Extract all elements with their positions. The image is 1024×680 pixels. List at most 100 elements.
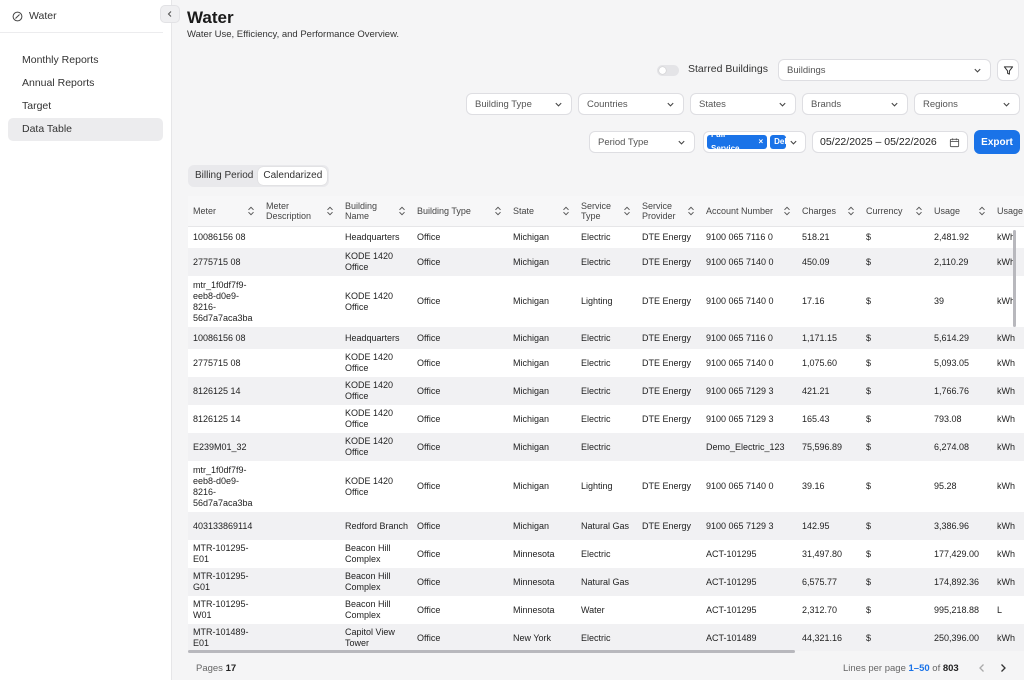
table-body: 10086156 08 Headquarters Office Michigan Ele… [188,226,1024,651]
sidebar-item-data-table[interactable]: Data Table [8,118,163,141]
table-row[interactable]: MTR-101295-G01 Beacon Hill Complex Office M… [188,568,1024,596]
column-header[interactable]: Meter [188,196,261,227]
table-cell: KODE 1420 Office [340,349,412,377]
next-page-icon[interactable] [997,662,1009,674]
table-cell: Electric [576,540,637,568]
states-select[interactable]: States [690,93,796,115]
vertical-scrollbar[interactable] [1013,230,1016,327]
table-cell: 5,093.05 [929,349,992,377]
table-cell [261,226,340,248]
period-type-select[interactable]: Period Type [589,131,695,153]
table-cell: $ [861,624,929,651]
table-cell: Office [412,596,508,624]
table-cell: Lighting [576,461,637,512]
table-row[interactable]: MTR-101489-E01 Capitol View Tower Office Ne… [188,624,1024,651]
sort-icon[interactable] [494,206,502,216]
sort-icon[interactable] [398,206,406,216]
sidebar-item-annual-reports[interactable]: Annual Reports [8,72,163,95]
date-range-picker[interactable]: 05/22/2025 – 05/22/2026 [812,131,968,153]
countries-select-label: Countries [587,98,628,110]
table-cell: DTE Energy [637,248,701,276]
starred-buildings-toggle[interactable] [657,65,679,76]
column-header[interactable]: Meter Description [261,196,340,227]
table-row[interactable]: 2775715 08 KODE 1420 Office Office Michigan… [188,349,1024,377]
chevron-down-icon [891,102,898,107]
column-header[interactable]: State [508,196,576,227]
column-header-label: Currency [866,205,903,216]
sort-icon[interactable] [783,206,791,216]
table-cell: kWh [992,327,1024,349]
table-row[interactable]: 8126125 14 KODE 1420 Office Office Michigan… [188,405,1024,433]
column-header[interactable]: Building Type [412,196,508,227]
filter-button[interactable] [997,59,1019,81]
prev-page-icon[interactable] [976,662,988,674]
brands-select[interactable]: Brands [802,93,908,115]
column-header[interactable]: Service Type [576,196,637,227]
table-cell: Electric [576,433,637,461]
table-cell: Office [412,349,508,377]
table-cell: 165.43 [797,405,861,433]
horizontal-scrollbar[interactable] [188,650,795,653]
table-row[interactable]: E239M01_32 KODE 1420 Office Office Michigan… [188,433,1024,461]
table-cell: 450.09 [797,248,861,276]
table-row[interactable]: mtr_1f0df7f9-eeb8-d0e9-8216-56d7a7aca3ba… [188,276,1024,327]
table-cell: 10086156 08 [188,327,261,349]
table-cell: DTE Energy [637,349,701,377]
table-row[interactable]: MTR-101295-W01 Beacon Hill Complex Office M… [188,596,1024,624]
service-chip-deli[interactable]: Deli [770,135,787,149]
table-cell: kWh [992,377,1024,405]
lines-per-page-info: Lines per page 1–50 of 803 [843,663,959,674]
column-header[interactable]: Currency [861,196,929,227]
column-header[interactable]: Usage Unit [992,196,1024,227]
sort-icon[interactable] [687,206,695,216]
sort-icon[interactable] [978,206,986,216]
sidebar-item-monthly-reports[interactable]: Monthly Reports [8,49,163,72]
column-header[interactable]: Service Provider [637,196,701,227]
table-cell: ACT-101489 [701,624,797,651]
table-row[interactable]: mtr_1f0df7f9-eeb8-d0e9-8216-56d7a7aca3ba… [188,461,1024,512]
export-button[interactable]: Export [974,130,1020,154]
chip-remove-icon[interactable]: × [758,135,763,149]
table-cell: Beacon Hill Complex [340,568,412,596]
sidebar-item-target[interactable]: Target [8,95,163,118]
sort-icon[interactable] [247,206,255,216]
lines-range[interactable]: 1–50 [909,663,930,674]
sort-icon[interactable] [326,206,334,216]
column-header[interactable]: Charges [797,196,861,227]
table-cell: Michigan [508,433,576,461]
calendarized-tab[interactable]: Calendarized [258,167,328,185]
table-cell: 6,274.08 [929,433,992,461]
table-row[interactable]: 10086156 08 Headquarters Office Michigan Ele… [188,226,1024,248]
sort-icon[interactable] [915,206,923,216]
countries-select[interactable]: Countries [578,93,684,115]
table-cell [261,433,340,461]
billing-period-tab[interactable]: Billing Period [190,167,258,185]
chevron-down-icon [779,102,786,107]
buildings-select[interactable]: Buildings [778,59,991,81]
column-header-label: Usage [934,205,961,216]
table-cell: Michigan [508,248,576,276]
column-header[interactable]: Account Number [701,196,797,227]
table-row[interactable]: 2775715 08 KODE 1420 Office Office Michigan… [188,248,1024,276]
table-cell [261,248,340,276]
table-cell: 44,321.16 [797,624,861,651]
service-type-multiselect[interactable]: Full Service × Deli [703,131,806,153]
service-chip-full-service[interactable]: Full Service × [707,132,768,152]
regions-select[interactable]: Regions [914,93,1020,115]
table-cell: $ [861,276,929,327]
table-cell: KODE 1420 Office [340,405,412,433]
table-cell: kWh [992,568,1024,596]
column-header[interactable]: Usage [929,196,992,227]
table-row[interactable]: 403133869114 Redford Branch Office Michigan… [188,512,1024,540]
sort-icon[interactable] [623,206,631,216]
sort-icon[interactable] [562,206,570,216]
table-cell: Minnesota [508,568,576,596]
column-header[interactable]: Building Name [340,196,412,227]
sort-icon[interactable] [847,206,855,216]
table-row[interactable]: MTR-101295-E01 Beacon Hill Complex Office M… [188,540,1024,568]
building-type-select[interactable]: Building Type [466,93,572,115]
table-cell: Michigan [508,461,576,512]
table-row[interactable]: 10086156 08 Headquarters Office Michigan Ele… [188,327,1024,349]
table-cell: Electric [576,405,637,433]
table-row[interactable]: 8126125 14 KODE 1420 Office Office Michigan… [188,377,1024,405]
